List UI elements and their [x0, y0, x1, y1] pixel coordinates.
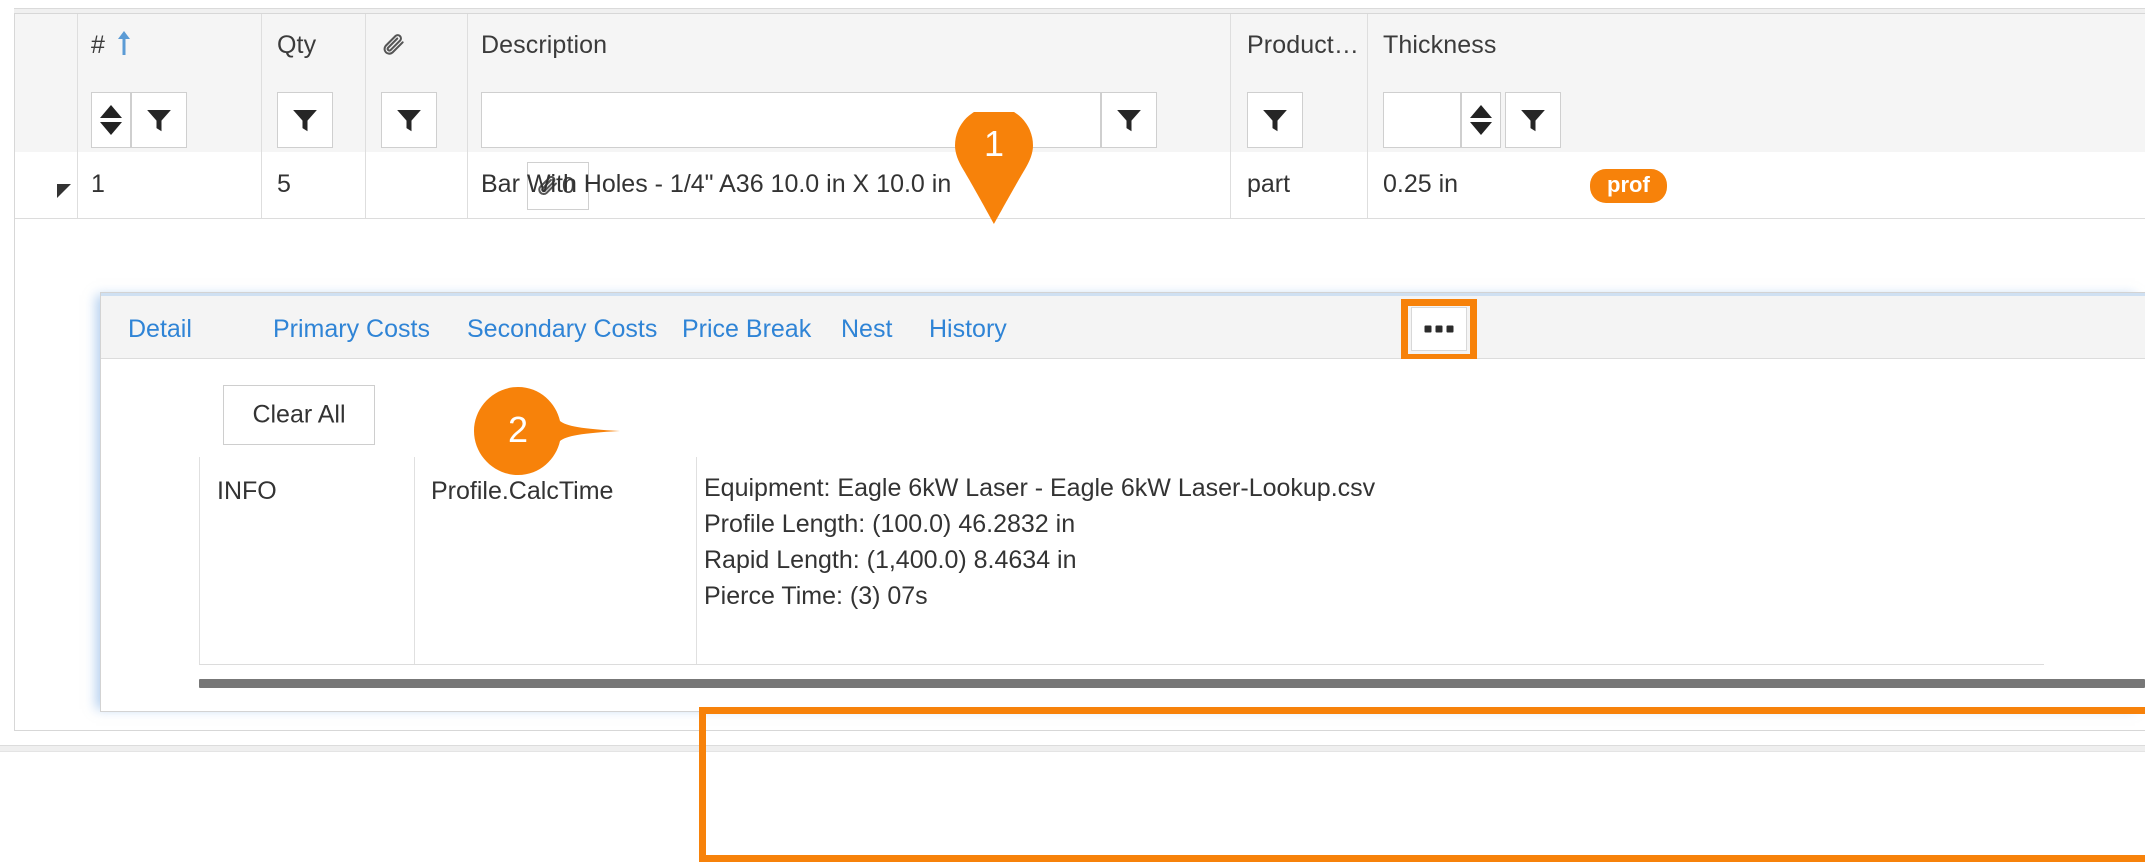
column-divider [365, 72, 366, 152]
row-detail-panel: Detail Primary Costs Secondary Costs Pri… [100, 292, 2145, 862]
thickness-filter-input[interactable] [1383, 92, 1461, 148]
column-divider [365, 14, 366, 72]
column-divider [1230, 14, 1231, 72]
grid-header-row: # Qty Description Product… Thickness [15, 14, 2145, 73]
spinner-up-icon[interactable] [100, 105, 122, 118]
column-header-description[interactable]: Description [481, 31, 607, 60]
column-divider [1230, 72, 1231, 152]
column-divider [261, 72, 262, 152]
column-divider [77, 152, 78, 218]
tab-secondary-costs[interactable]: Secondary Costs [467, 315, 657, 344]
column-divider [467, 152, 468, 218]
qty-filter-button[interactable] [277, 92, 333, 148]
cell-qty: 5 [277, 170, 291, 198]
cell-producttype: part [1247, 170, 1291, 198]
callout-marker-2: 2 [470, 385, 622, 477]
filter-funnel-icon [1114, 105, 1144, 135]
callout-number-1: 1 [983, 123, 1005, 164]
row-expander-icon[interactable] [57, 184, 71, 198]
column-divider [261, 14, 262, 72]
column-divider [77, 14, 78, 72]
column-divider [467, 72, 468, 152]
cell-thickness: 0.25 in [1383, 170, 1459, 198]
spinner-down-icon[interactable] [100, 122, 122, 135]
detail-tab-bar: Detail Primary Costs Secondary Costs Pri… [101, 293, 2145, 361]
table-row[interactable]: 1 5 0 Bar With Holes - 1/4" A36 10.0 in … [15, 152, 2145, 219]
tab-nest[interactable]: Nest [841, 315, 892, 344]
column-divider [414, 457, 415, 665]
filter-funnel-icon [394, 105, 424, 135]
thickness-filter-spinner[interactable] [1461, 92, 1501, 148]
column-header-qty[interactable]: Qty [277, 31, 316, 60]
callout-number-2: 2 [507, 409, 529, 450]
producttype-filter-button[interactable] [1247, 92, 1303, 148]
column-divider [1230, 152, 1231, 218]
scrollbar-thumb[interactable] [199, 679, 2145, 688]
spinner-up-icon[interactable] [1470, 105, 1492, 118]
tab-history[interactable]: History [929, 315, 1007, 344]
screen-root: # Qty Description Product… Thickness 1 5… [0, 0, 2145, 862]
detail-panel-body: Clear All INFO Profile.CalcTime Equipmen… [101, 359, 2145, 862]
status-badge: prof [1590, 169, 1667, 203]
clear-all-label: Clear All [252, 400, 346, 429]
filter-funnel-icon [290, 105, 320, 135]
filter-funnel-icon [144, 105, 174, 135]
column-divider [696, 457, 697, 665]
column-divider [365, 152, 366, 218]
callout-marker-1: 1 [951, 106, 1037, 224]
description-filter-button[interactable] [1101, 92, 1157, 148]
tab-primary-costs[interactable]: Primary Costs [273, 315, 430, 344]
column-divider [1367, 14, 1368, 72]
page-background [0, 745, 2145, 830]
attachment-icon[interactable] [381, 32, 407, 58]
horizontal-scrollbar[interactable] [199, 674, 2145, 694]
cell-description: Bar With Holes - 1/4" A36 10.0 in X 10.0… [481, 170, 952, 198]
tab-price-break[interactable]: Price Break [682, 315, 811, 344]
num-filter-button[interactable] [131, 92, 187, 148]
message-line-profile-length: Profile Length: (100.0) 46.2832 in [704, 510, 1076, 538]
message-line-rapid-length: Rapid Length: (1,400.0) 8.4634 in [704, 546, 1077, 574]
message-source: Profile.CalcTime [431, 477, 614, 505]
message-severity: INFO [217, 477, 277, 505]
attachment-filter-button[interactable] [381, 92, 437, 148]
num-filter-spinner[interactable] [91, 92, 131, 148]
column-header-producttype[interactable]: Product… [1247, 31, 1359, 60]
column-header-num[interactable]: # [91, 31, 105, 60]
filter-funnel-icon [1260, 105, 1290, 135]
spinner-down-icon[interactable] [1470, 122, 1492, 135]
column-divider [1367, 72, 1368, 152]
cell-num: 1 [91, 170, 105, 198]
column-header-thickness[interactable]: Thickness [1383, 31, 1496, 60]
tab-detail[interactable]: Detail [128, 315, 192, 344]
column-divider [77, 72, 78, 152]
thickness-filter-button[interactable] [1505, 92, 1561, 148]
clear-all-button[interactable]: Clear All [223, 385, 375, 445]
sort-ascending-icon[interactable] [117, 30, 131, 56]
column-divider [1367, 152, 1368, 218]
page-background-strip [0, 745, 2145, 752]
detail-message-text: Equipment: Eagle 6kW Laser - Eagle 6kW L… [704, 471, 2144, 615]
message-line-equipment: Equipment: Eagle 6kW Laser - Eagle 6kW L… [704, 474, 1376, 502]
filter-funnel-icon [1518, 105, 1548, 135]
message-table: INFO Profile.CalcTime Equipment: Eagle 6… [199, 457, 2145, 665]
row-divider [199, 664, 2044, 665]
highlight-box-more-tabs [1401, 299, 1477, 361]
grid-filter-row [15, 72, 2145, 153]
column-divider [467, 14, 468, 72]
message-line-pierce-time: Pierce Time: (3) 07s [704, 582, 928, 610]
column-divider [261, 152, 262, 218]
column-divider [199, 457, 200, 665]
